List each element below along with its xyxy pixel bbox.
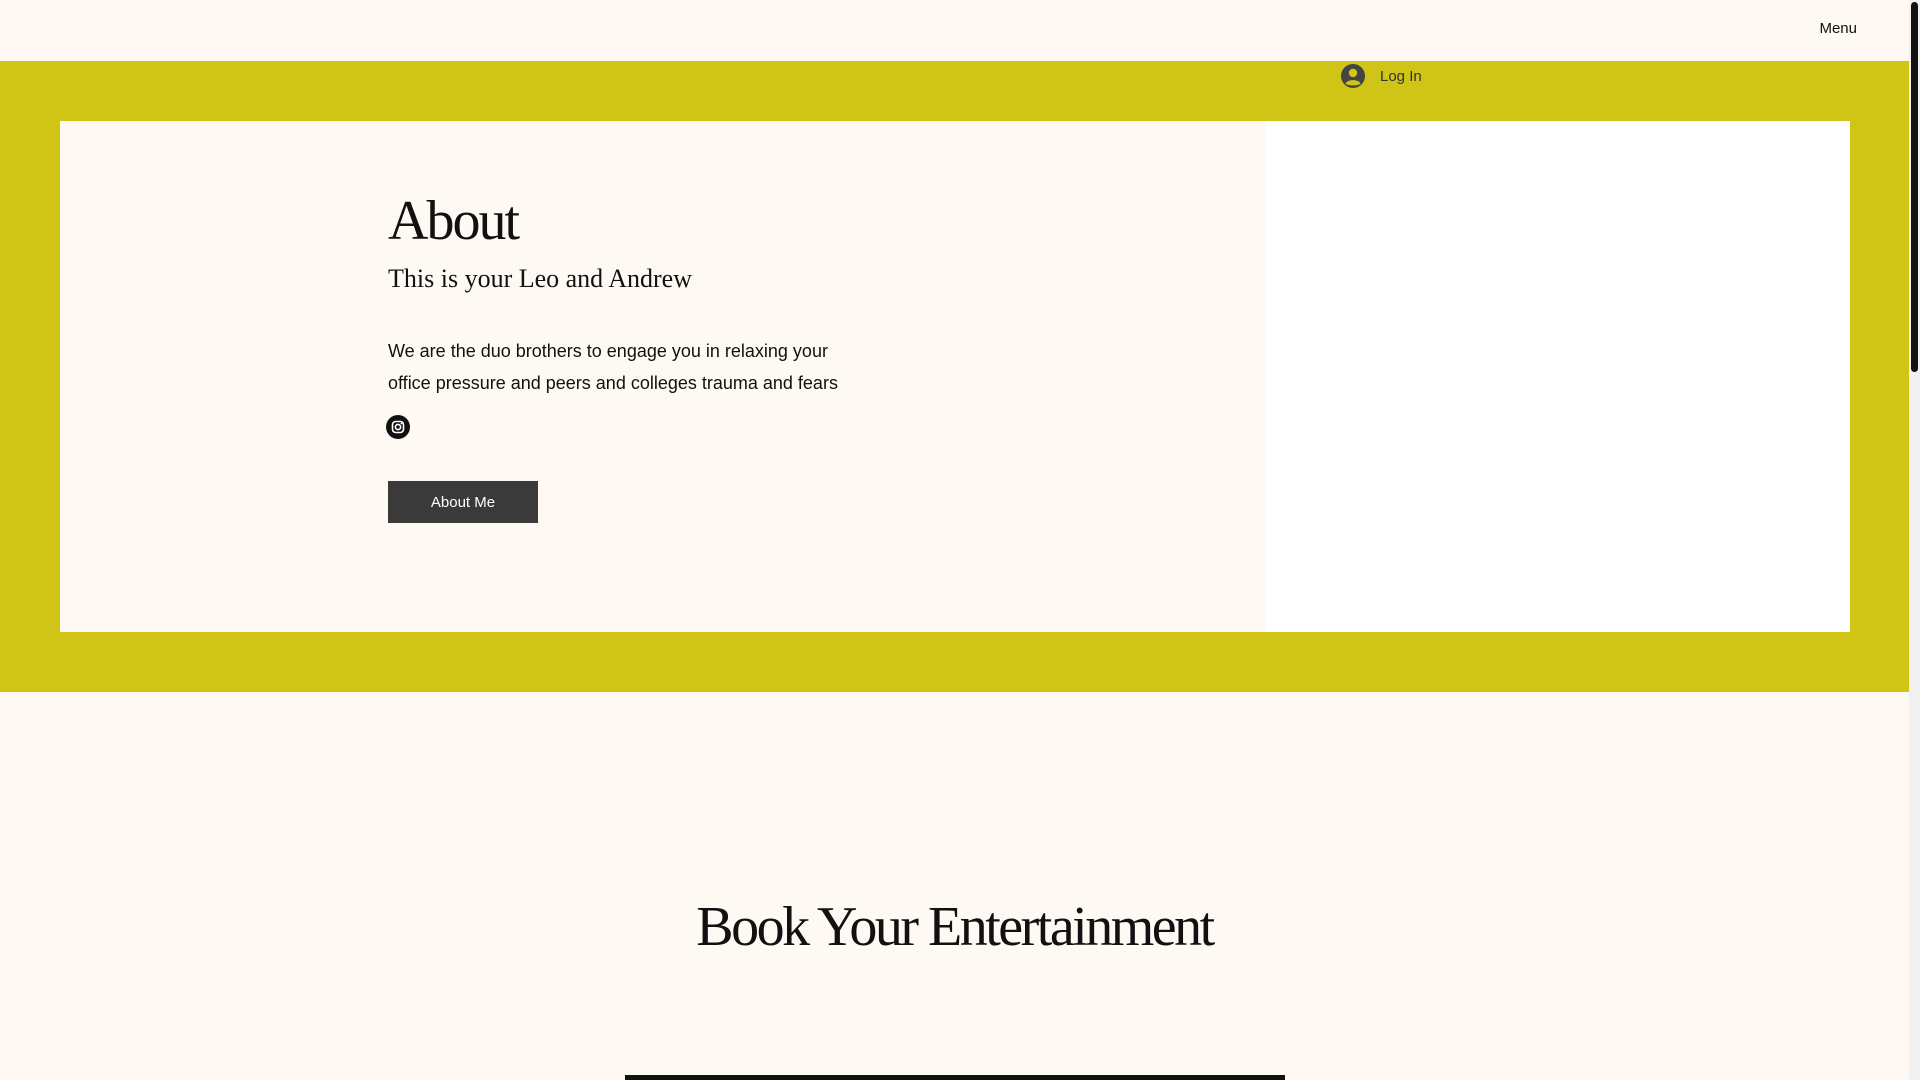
about-subtitle: This is your Leo and Andrew (388, 264, 693, 293)
book-section-title: Book Your Entertainment (696, 896, 1215, 958)
avatar-icon (1340, 63, 1366, 89)
about-me-button[interactable]: About Me (388, 481, 538, 523)
about-text-panel: About This is your Leo and Andrew We are… (60, 121, 1265, 632)
login-label: Log In (1380, 67, 1422, 85)
about-title: About (388, 190, 520, 252)
page-scrollbar[interactable] (1909, 0, 1920, 1080)
about-image-panel (1265, 121, 1850, 632)
login-button[interactable]: Log In (1340, 64, 1422, 88)
about-body-text: We are the duo brothers to engage you in… (388, 341, 838, 393)
site-header: Menu (0, 0, 1909, 61)
about-card: About This is your Leo and Andrew We are… (60, 121, 1850, 632)
instagram-icon[interactable] (386, 415, 410, 439)
scrollbar-thumb[interactable] (1911, 2, 1918, 372)
book-divider (625, 1075, 1285, 1080)
menu-button[interactable]: Menu (1819, 20, 1857, 37)
